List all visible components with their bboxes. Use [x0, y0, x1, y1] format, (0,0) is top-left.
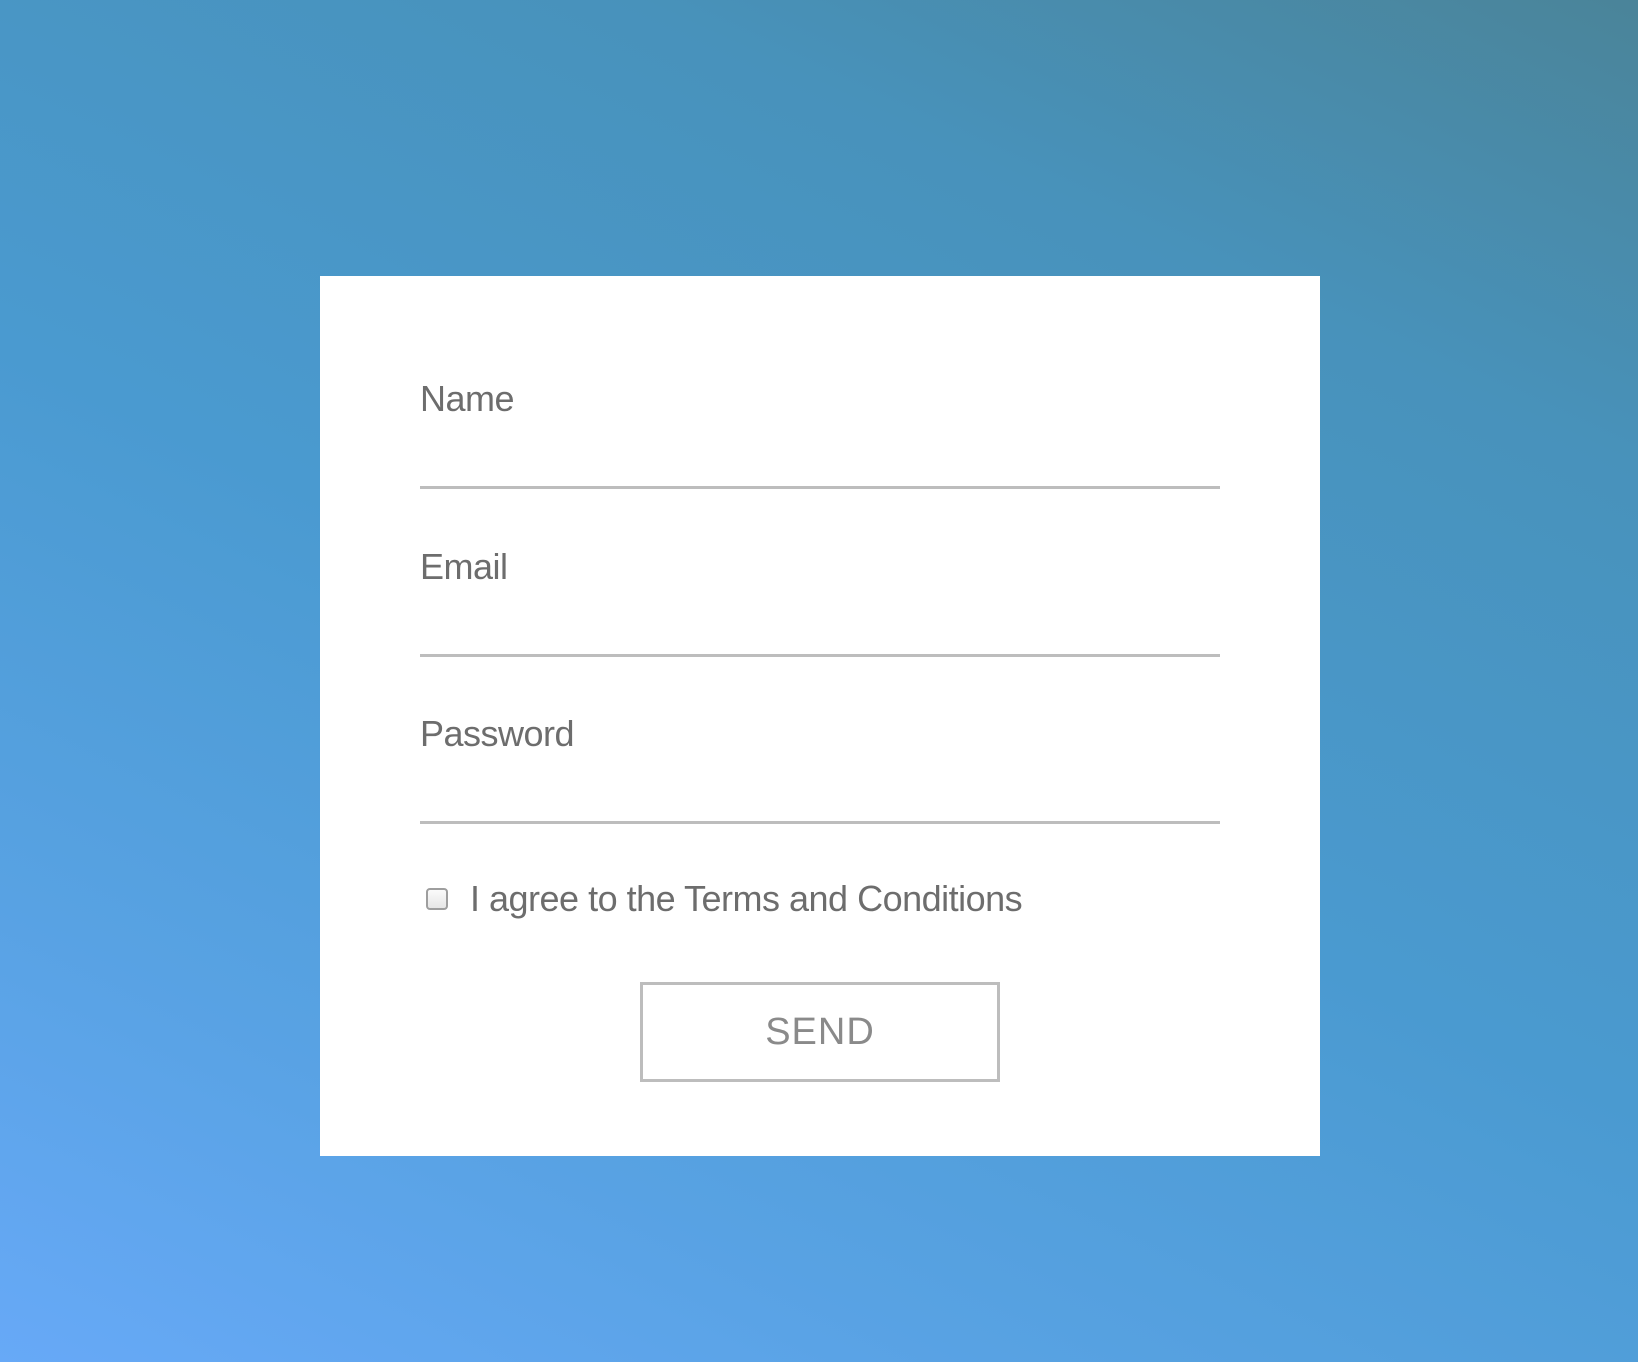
terms-label[interactable]: I agree to the Terms and Conditions [470, 876, 1023, 922]
terms-row: I agree to the Terms and Conditions [426, 876, 1023, 922]
password-input[interactable] [420, 775, 1220, 824]
signup-form-card: Name Email Password I agree to the Terms… [320, 276, 1320, 1156]
email-label: Email [420, 546, 508, 587]
name-input[interactable] [420, 440, 1220, 489]
email-field-group: Email [420, 544, 1220, 657]
password-label: Password [420, 713, 575, 754]
password-field-group: Password [420, 711, 1220, 824]
name-field-group: Name [420, 376, 1220, 489]
send-button-label: SEND [765, 1010, 875, 1053]
terms-checkbox[interactable] [426, 888, 448, 910]
name-label: Name [420, 378, 515, 419]
email-input[interactable] [420, 608, 1220, 657]
send-button[interactable]: SEND [640, 982, 1000, 1082]
